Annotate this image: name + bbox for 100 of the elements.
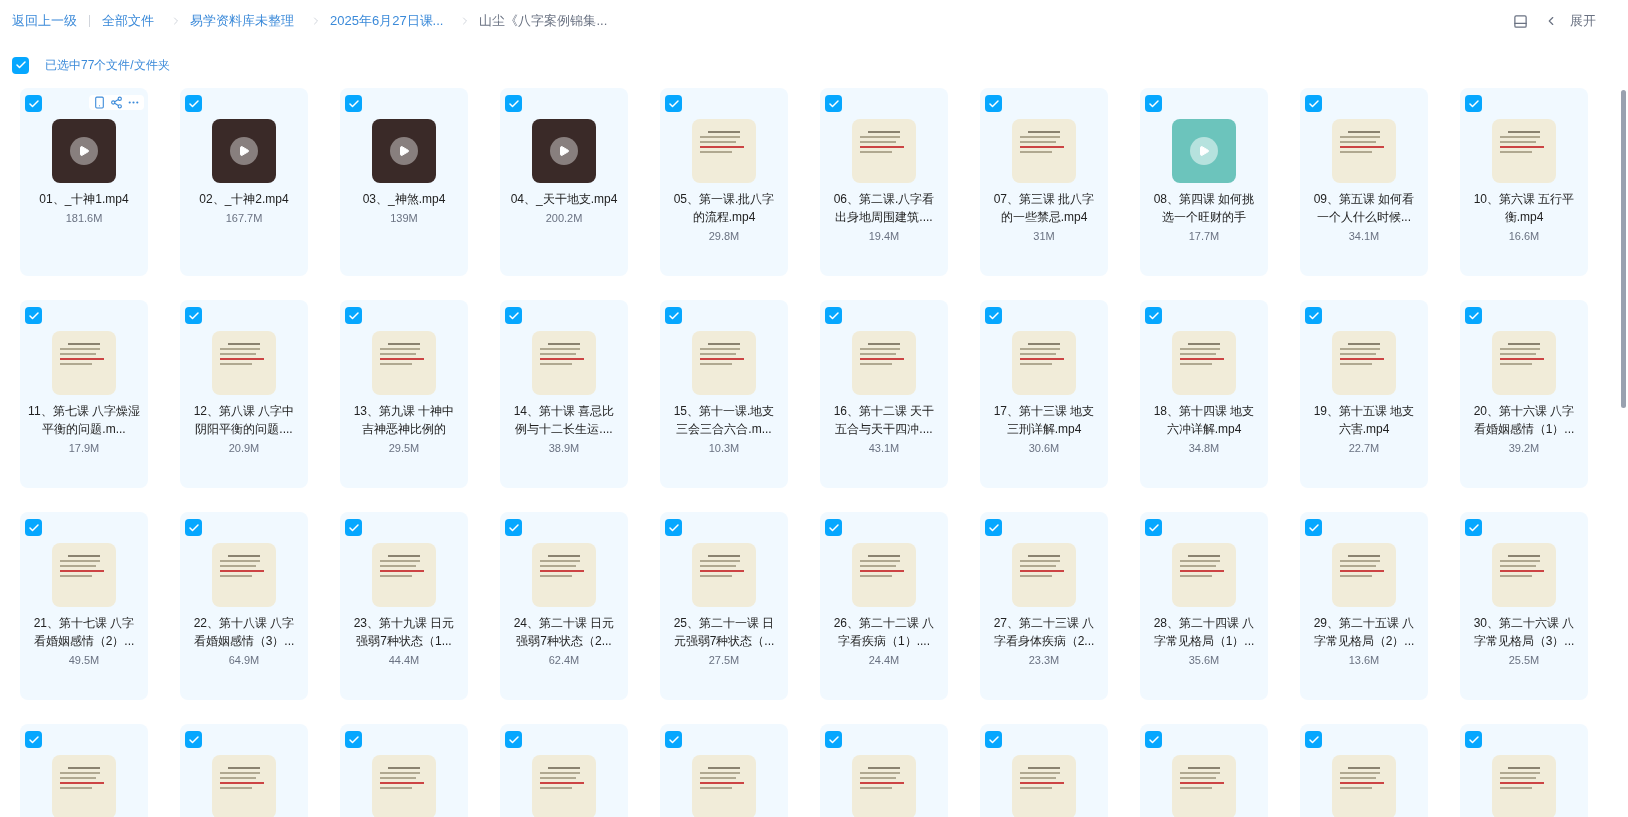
check-icon bbox=[667, 521, 680, 534]
checkbox[interactable] bbox=[505, 307, 522, 324]
file-name: 21、第十七课 八字看婚姻感情（2）... bbox=[32, 615, 136, 650]
file-card[interactable]: 14、第十课 喜忌比例与十二长生运.... 38.9M bbox=[500, 300, 628, 488]
breadcrumb-item[interactable]: 全部文件 bbox=[102, 11, 154, 31]
check-icon bbox=[347, 521, 360, 534]
checkbox[interactable] bbox=[985, 519, 1002, 536]
document-thumbnail bbox=[852, 119, 916, 183]
phone-icon[interactable] bbox=[93, 96, 106, 109]
file-card[interactable]: 01、_十神1.mp4 181.6M bbox=[20, 88, 148, 276]
file-card[interactable]: 23、第十九课 日元强弱7种状态（1... 44.4M bbox=[340, 512, 468, 700]
file-card[interactable]: 25、第二十一课 日元强弱7种状态（... 27.5M bbox=[660, 512, 788, 700]
checkbox[interactable] bbox=[985, 307, 1002, 324]
checkbox[interactable] bbox=[665, 95, 682, 112]
share-icon[interactable] bbox=[110, 96, 123, 109]
file-card[interactable]: 28、第二十四课 八字常见格局（1）... 35.6M bbox=[1140, 512, 1268, 700]
file-card[interactable]: 29、第二十五课 八字常见格局（2）... 13.6M bbox=[1300, 512, 1428, 700]
checkbox[interactable] bbox=[505, 519, 522, 536]
file-name: 22、第十八课 八字看婚姻感情（3）... bbox=[192, 615, 296, 650]
file-card[interactable]: 02、_十神2.mp4 167.7M bbox=[180, 88, 308, 276]
file-card[interactable]: 26、第二十二课 八字看疾病（1）.... 24.4M bbox=[820, 512, 948, 700]
breadcrumb-item[interactable]: 山尘《八字案例锦集... bbox=[479, 11, 608, 31]
checkbox[interactable] bbox=[25, 95, 42, 112]
check-icon bbox=[507, 309, 520, 322]
checkbox[interactable] bbox=[825, 307, 842, 324]
checkbox[interactable] bbox=[985, 95, 1002, 112]
checkbox[interactable] bbox=[1465, 731, 1482, 748]
file-name: 08、第四课 如何挑选一个旺财的手 bbox=[1152, 191, 1256, 226]
checkbox[interactable] bbox=[25, 731, 42, 748]
file-card[interactable]: 22、第十八课 八字看婚姻感情（3）... 64.9M bbox=[180, 512, 308, 700]
file-card[interactable]: 12、第八课 八字中阴阳平衡的问题.... 20.9M bbox=[180, 300, 308, 488]
file-name: 25、第二十一课 日元强弱7种状态（... bbox=[672, 615, 776, 650]
checkbox[interactable] bbox=[185, 307, 202, 324]
checkbox[interactable] bbox=[825, 731, 842, 748]
checkbox[interactable] bbox=[185, 731, 202, 748]
checkbox[interactable] bbox=[25, 519, 42, 536]
checkbox[interactable] bbox=[1305, 307, 1322, 324]
checkbox[interactable] bbox=[505, 95, 522, 112]
checkbox[interactable] bbox=[345, 519, 362, 536]
checkbox[interactable] bbox=[345, 307, 362, 324]
file-card[interactable]: 08、第四课 如何挑选一个旺财的手 17.7M bbox=[1140, 88, 1268, 276]
document-thumbnail bbox=[852, 331, 916, 395]
checkbox[interactable] bbox=[1465, 519, 1482, 536]
file-card[interactable]: 06、第二课.八字看出身地周围建筑.... 19.4M bbox=[820, 88, 948, 276]
panel-icon[interactable] bbox=[1513, 13, 1528, 29]
checkbox[interactable] bbox=[825, 95, 842, 112]
checkbox[interactable] bbox=[1145, 307, 1162, 324]
checkbox[interactable] bbox=[345, 95, 362, 112]
breadcrumb-item[interactable]: 易学资料库未整理 bbox=[190, 11, 294, 31]
file-card[interactable]: 05、第一课.批八字的流程.mp4 29.8M bbox=[660, 88, 788, 276]
checkbox[interactable] bbox=[665, 307, 682, 324]
file-card[interactable]: 09、第五课 如何看一个人什么时候... 34.1M bbox=[1300, 88, 1428, 276]
file-name: 11、第七课 八字燥湿平衡的问题.m... bbox=[27, 403, 141, 438]
back-link[interactable]: 返回上一级 bbox=[12, 11, 77, 31]
checkbox[interactable] bbox=[25, 307, 42, 324]
file-size: 34.8M bbox=[1188, 441, 1220, 456]
checkbox[interactable] bbox=[1305, 519, 1322, 536]
checkbox[interactable] bbox=[1305, 95, 1322, 112]
file-name: 12、第八课 八字中阴阳平衡的问题.... bbox=[192, 403, 296, 438]
file-card[interactable]: 18、第十四课 地支六冲详解.mp4 34.8M bbox=[1140, 300, 1268, 488]
file-card[interactable]: 21、第十七课 八字看婚姻感情（2）... 49.5M bbox=[20, 512, 148, 700]
document-thumbnail bbox=[532, 543, 596, 607]
check-icon bbox=[667, 309, 680, 322]
file-card[interactable]: 10、第六课 五行平衡.mp4 16.6M bbox=[1460, 88, 1588, 276]
checkbox[interactable] bbox=[1145, 731, 1162, 748]
checkbox[interactable] bbox=[985, 731, 1002, 748]
document-thumbnail bbox=[1012, 331, 1076, 395]
file-card[interactable]: 07、第三课 批八字的一些禁忌.mp4 31M bbox=[980, 88, 1108, 276]
file-card[interactable]: 27、第二十三课 八字看身体疾病（2... 23.3M bbox=[980, 512, 1108, 700]
breadcrumb-item[interactable]: 2025年6月27日课... bbox=[330, 11, 444, 31]
checkbox[interactable] bbox=[665, 731, 682, 748]
file-card[interactable]: 19、第十五课 地支六害.mp4 22.7M bbox=[1300, 300, 1428, 488]
check-icon bbox=[1307, 97, 1320, 110]
file-card[interactable]: 13、第九课 十神中吉神恶神比例的 29.5M bbox=[340, 300, 468, 488]
checkbox[interactable] bbox=[505, 731, 522, 748]
check-icon bbox=[1467, 521, 1480, 534]
checkbox[interactable] bbox=[1305, 731, 1322, 748]
file-card[interactable]: 30、第二十六课 八字常见格局（3）... 25.5M bbox=[1460, 512, 1588, 700]
checkbox[interactable] bbox=[185, 519, 202, 536]
file-name: 02、_十神2.mp4 bbox=[198, 191, 290, 208]
file-card[interactable]: 11、第七课 八字燥湿平衡的问题.m... 17.9M bbox=[20, 300, 148, 488]
checkbox[interactable] bbox=[825, 519, 842, 536]
file-card[interactable]: 03、_神煞.mp4 139M bbox=[340, 88, 468, 276]
checkbox[interactable] bbox=[185, 95, 202, 112]
checkbox[interactable] bbox=[1465, 307, 1482, 324]
file-card[interactable]: 15、第十一课.地支三会三合六合.m... 10.3M bbox=[660, 300, 788, 488]
file-card[interactable]: 16、第十二课 天干五合与天干四冲.... 43.1M bbox=[820, 300, 948, 488]
checkbox[interactable] bbox=[345, 731, 362, 748]
checkbox[interactable] bbox=[665, 519, 682, 536]
file-card[interactable]: 17、第十三课 地支三刑详解.mp4 30.6M bbox=[980, 300, 1108, 488]
scrollbar-thumb[interactable] bbox=[1621, 90, 1626, 408]
document-thumbnail bbox=[52, 755, 116, 817]
expand-button[interactable]: 展开 bbox=[1544, 11, 1596, 31]
checkbox[interactable] bbox=[12, 56, 29, 74]
file-card[interactable]: 04、_天干地支.mp4 200.2M bbox=[500, 88, 628, 276]
file-card[interactable]: 20、第十六课 八字看婚姻感情（1）... 39.2M bbox=[1460, 300, 1588, 488]
checkbox[interactable] bbox=[1465, 95, 1482, 112]
checkbox[interactable] bbox=[1145, 95, 1162, 112]
file-card[interactable]: 24、第二十课 日元强弱7种状态（2... 62.4M bbox=[500, 512, 628, 700]
checkbox[interactable] bbox=[1145, 519, 1162, 536]
